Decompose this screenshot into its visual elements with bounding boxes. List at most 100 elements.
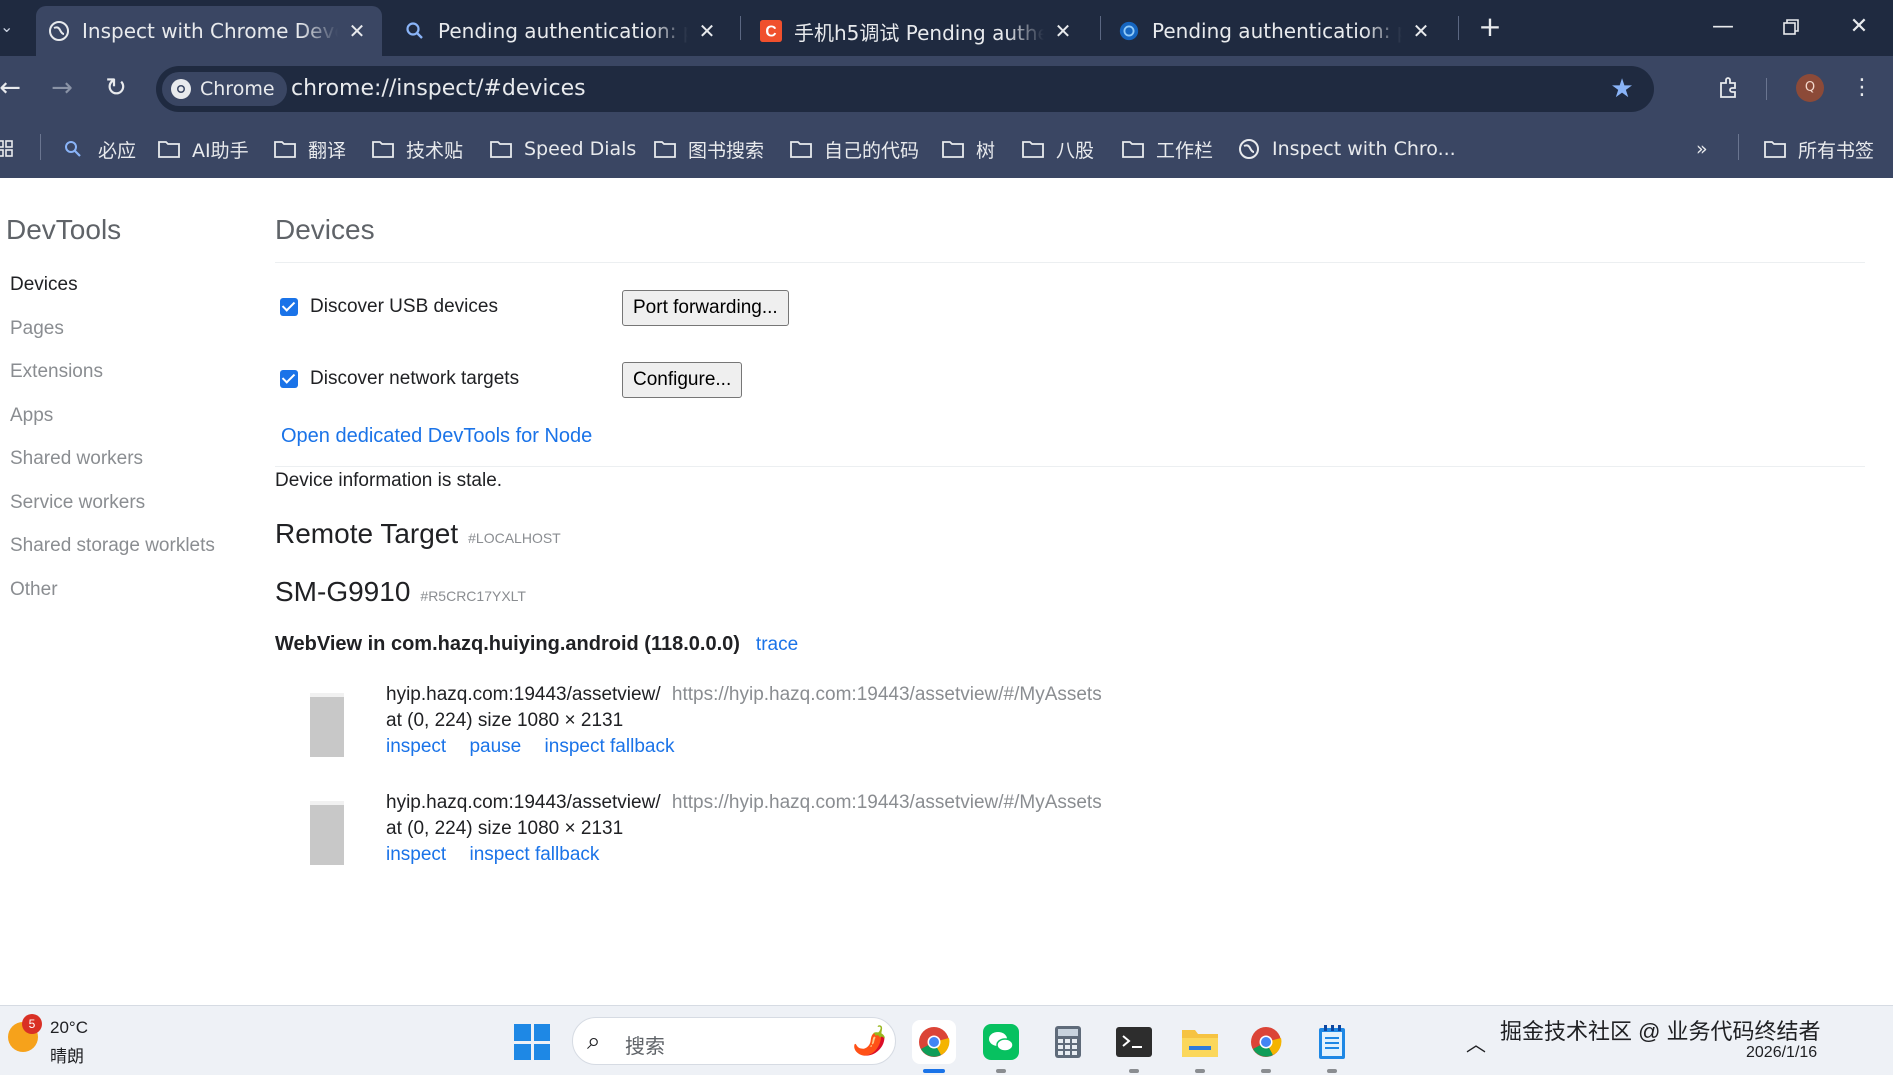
- bookmark-label: 必应: [98, 139, 137, 162]
- trace-link[interactable]: trace: [756, 634, 798, 656]
- open-node-devtools-link[interactable]: Open dedicated DevTools for Node: [281, 425, 592, 448]
- chrome-icon: [170, 78, 192, 100]
- bookmark-folder[interactable]: 翻译: [274, 134, 346, 164]
- address-bar[interactable]: Chrome chrome://inspect/#devices ★: [156, 66, 1654, 112]
- title-bar: ⌄ Inspect with Chrome Developer Tools ✕ …: [0, 0, 1893, 56]
- discover-network-row[interactable]: Discover network targets: [280, 368, 519, 390]
- configure-button[interactable]: Configure...: [622, 362, 743, 398]
- tray-chevron-up-icon[interactable]: ︿: [1466, 1028, 1486, 1057]
- stale-info-text: Device information is stale.: [275, 470, 503, 491]
- back-arrow-icon[interactable]: ←: [0, 68, 30, 108]
- discover-usb-row[interactable]: Discover USB devices: [280, 296, 498, 318]
- bookmark-folder[interactable]: 图书搜索: [654, 134, 764, 164]
- bookmarks-overflow-chevron-icon[interactable]: »: [1696, 134, 1708, 164]
- inspect-fallback-link[interactable]: inspect fallback: [545, 736, 675, 757]
- webview-title: WebView in com.hazq.huiying.android (118…: [275, 633, 740, 655]
- bookmark-folder[interactable]: 工作栏: [1122, 134, 1213, 164]
- tab-h5-debug[interactable]: C 手机h5调试 Pending authentication ✕: [748, 6, 1088, 56]
- toolbar-separator: [1766, 78, 1767, 100]
- bookmark-folder[interactable]: 八股: [1022, 134, 1094, 164]
- menu-kebab-icon[interactable]: ⋮: [1844, 70, 1880, 106]
- inspect-link[interactable]: inspect: [386, 844, 446, 865]
- tab-pending-auth-2[interactable]: Pending authentication: please ✕: [1106, 6, 1446, 56]
- notepad-app-icon[interactable]: [1310, 1020, 1354, 1064]
- remote-target-title: Remote Target: [275, 518, 459, 549]
- sidebar-item-apps[interactable]: Apps: [10, 405, 53, 427]
- device-serial: #R5CRC17YXLT: [420, 588, 526, 604]
- chip-label: Chrome: [200, 78, 275, 100]
- sidebar-item-other[interactable]: Other: [10, 579, 58, 601]
- new-tab-plus-icon[interactable]: +: [1472, 10, 1508, 46]
- close-icon[interactable]: ✕: [696, 20, 718, 42]
- minimize-icon[interactable]: —: [1694, 6, 1752, 48]
- tab-separator: [1100, 16, 1101, 40]
- tab-pending-auth-1[interactable]: Pending authentication: please ✕: [392, 6, 732, 56]
- chrome-app-icon-2[interactable]: [1244, 1020, 1288, 1064]
- bookmark-separator: [1738, 134, 1739, 160]
- sidebar-item-pages[interactable]: Pages: [10, 318, 64, 340]
- windows-start-icon[interactable]: [514, 1024, 550, 1060]
- bookmark-folder[interactable]: AI助手: [158, 134, 249, 164]
- page-title: Devices: [275, 214, 375, 245]
- sidebar-item-shared-storage-worklets[interactable]: Shared storage worklets: [10, 535, 215, 557]
- bookmark-folder[interactable]: Speed Dials: [490, 134, 636, 164]
- close-icon[interactable]: ✕: [1052, 20, 1074, 42]
- divider: [275, 262, 1865, 263]
- svg-text:C: C: [765, 24, 776, 41]
- bookmark-star-icon[interactable]: ★: [1608, 75, 1636, 103]
- bookmark-label: 所有书签: [1798, 139, 1875, 162]
- discover-usb-checkbox[interactable]: [280, 298, 298, 316]
- wechat-app-icon[interactable]: [979, 1020, 1023, 1064]
- tab-title: 手机h5调试 Pending authentication: [794, 20, 1044, 45]
- port-forwarding-button[interactable]: Port forwarding...: [622, 290, 789, 326]
- extensions-puzzle-icon[interactable]: [1710, 70, 1746, 106]
- file-explorer-app-icon[interactable]: [1178, 1020, 1222, 1064]
- restore-icon[interactable]: [1762, 6, 1820, 48]
- inspect-link[interactable]: inspect: [386, 736, 446, 757]
- sidebar-item-shared-workers[interactable]: Shared workers: [10, 448, 143, 470]
- forward-arrow-icon[interactable]: →: [42, 68, 82, 108]
- profile-avatar[interactable]: Q: [1796, 74, 1824, 102]
- bookmark-folder[interactable]: 自己的代码: [790, 134, 919, 164]
- site-info-chip[interactable]: Chrome: [162, 72, 287, 106]
- tab-search-chevron-icon[interactable]: ⌄: [0, 12, 18, 42]
- url-text[interactable]: chrome://inspect/#devices: [291, 66, 586, 112]
- terminal-app-icon[interactable]: [1112, 1020, 1156, 1064]
- all-bookmarks-folder[interactable]: 所有书签: [1764, 134, 1874, 164]
- tray-text[interactable]: 掘金技术社区 @ 业务代码终结者: [1500, 1014, 1821, 1046]
- tab-inspect[interactable]: Inspect with Chrome Developer Tools ✕: [36, 6, 382, 56]
- bookmark-item[interactable]: 必应: [64, 134, 136, 164]
- target-url: https://hyip.hazq.com:19443/assetview/#/…: [671, 684, 1102, 705]
- folder-icon: [1122, 139, 1146, 159]
- clock-date[interactable]: 2026/1/16: [1746, 1044, 1817, 1062]
- discover-network-checkbox[interactable]: [280, 370, 298, 388]
- window-close-icon[interactable]: ✕: [1830, 6, 1888, 48]
- calculator-app-icon[interactable]: [1046, 1020, 1090, 1064]
- remote-target-item: hyip.hazq.com:19443/assetview/ https://h…: [310, 792, 1210, 872]
- close-icon[interactable]: ✕: [1410, 20, 1432, 42]
- folder-icon: [942, 139, 966, 159]
- reload-icon[interactable]: ↻: [96, 68, 136, 108]
- bookmark-folder[interactable]: 技术贴: [372, 134, 463, 164]
- sidebar-item-devices[interactable]: Devices: [10, 274, 78, 296]
- inspect-fallback-link[interactable]: inspect fallback: [469, 844, 599, 865]
- bookmark-item[interactable]: Inspect with Chro...: [1238, 134, 1456, 164]
- weather-temperature[interactable]: 20°C: [50, 1018, 88, 1038]
- target-url: https://hyip.hazq.com:19443/assetview/#/…: [671, 792, 1102, 813]
- remote-target-item: hyip.hazq.com:19443/assetview/ https://h…: [310, 684, 1210, 764]
- folder-icon: [274, 139, 298, 159]
- taskbar-search-box[interactable]: ⌕ 搜索 🌶️: [572, 1017, 896, 1065]
- app-indicator: [1261, 1069, 1271, 1073]
- active-app-indicator: [923, 1069, 945, 1073]
- sidebar-item-extensions[interactable]: Extensions: [10, 361, 103, 383]
- apps-grid-icon[interactable]: [0, 134, 14, 164]
- chrome-app-icon[interactable]: [912, 1020, 956, 1064]
- pause-link[interactable]: pause: [469, 736, 521, 757]
- bookmark-label: AI助手: [192, 139, 249, 162]
- folder-icon: [654, 139, 678, 159]
- weather-condition[interactable]: 晴朗: [50, 1042, 84, 1067]
- sidebar-item-service-workers[interactable]: Service workers: [10, 492, 145, 514]
- close-icon[interactable]: ✕: [346, 20, 368, 42]
- target-name: hyip.hazq.com:19443/assetview/: [386, 792, 661, 813]
- bookmark-folder[interactable]: 树: [942, 134, 995, 164]
